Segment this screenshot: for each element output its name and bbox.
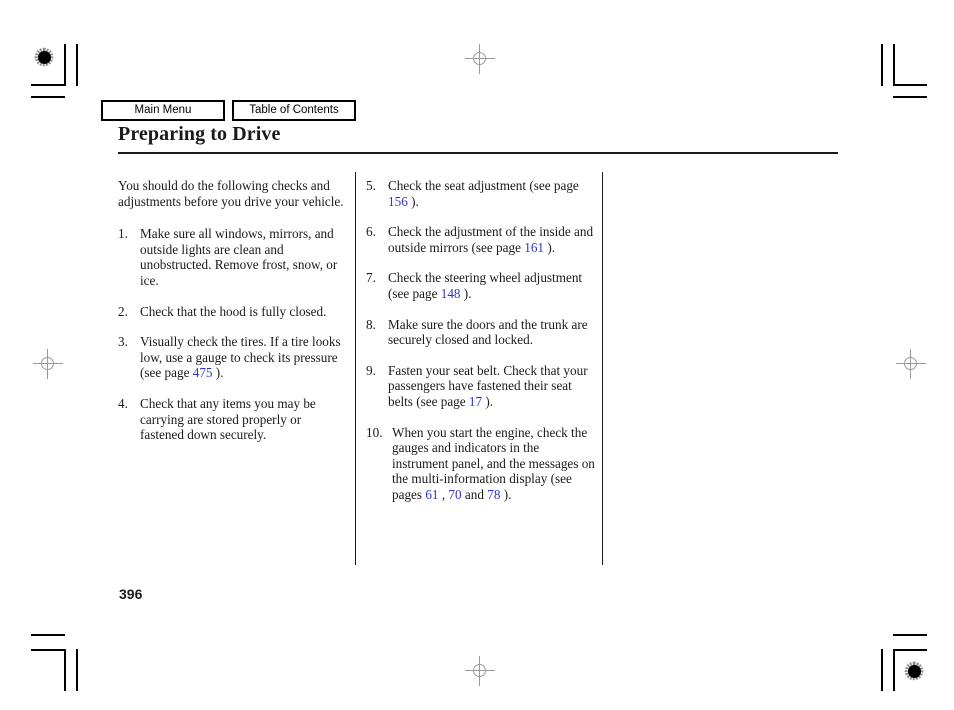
list-item-text: Check the steering wheel adjustment (see…	[388, 270, 583, 301]
list-item-text: Check the seat adjustment (see page	[388, 178, 579, 193]
list-item: 3. Visually check the tires. If a tire lo…	[118, 334, 346, 381]
crosshair-ring	[41, 357, 54, 370]
list-item-number: 10.	[366, 424, 383, 440]
left-column: You should do the following checks and a…	[118, 178, 346, 458]
table-of-contents-button[interactable]: Table of Contents	[232, 100, 356, 121]
page-reference-link[interactable]: 156	[388, 194, 408, 209]
list-item-text: Check that the hood is fully closed.	[140, 303, 327, 319]
list-item-text: Make sure all windows, mirrors, and outs…	[140, 226, 338, 288]
list-item-number: 1.	[118, 226, 128, 242]
crop-mark-top-right-horizontal-inner	[893, 84, 927, 86]
list-item-text-tail: ).	[212, 365, 224, 381]
list-item: 5. Check the seat adjustment (see page 15…	[366, 178, 598, 209]
page-title: Preparing to Drive	[118, 123, 281, 145]
registration-bullseye-top-left	[31, 44, 57, 70]
crop-mark-bottom-left-horizontal-inner	[31, 649, 65, 651]
title-underline-rule	[118, 152, 838, 154]
registration-crosshair-mid-right	[896, 349, 926, 379]
crop-mark-bottom-right-horizontal-outer	[893, 634, 927, 636]
list-item-text-sep: and	[461, 486, 488, 502]
page-number: 396	[119, 586, 143, 602]
list-item: 1. Make sure all windows, mirrors, and ou…	[118, 226, 346, 288]
list-item: 2. Check that the hood is fully closed.	[118, 304, 346, 320]
document-page: Main Menu Table of Contents Preparing to …	[0, 0, 954, 710]
list-item-text-tail: ).	[544, 239, 556, 255]
list-item-text: Check the adjustment of the inside and o…	[388, 224, 594, 255]
page-reference-link[interactable]: 161	[524, 240, 544, 255]
crop-mark-bottom-left-horizontal-outer	[31, 634, 65, 636]
list-item-number: 8.	[366, 316, 376, 332]
list-item: 8. Make sure the doors and the trunk are …	[366, 317, 598, 348]
crop-mark-top-right-vertical-outer	[881, 44, 883, 86]
crop-mark-bottom-right-vertical-inner	[893, 649, 895, 691]
list-item-number: 9.	[366, 362, 376, 378]
navigation-bar: Main Menu Table of Contents	[101, 100, 356, 121]
list-item-text: Make sure the doors and the trunk are se…	[388, 316, 588, 348]
list-item-text-tail: ).	[460, 285, 472, 301]
list-item: 10. When you start the engine, check the …	[366, 425, 598, 503]
crop-mark-top-right-horizontal-outer	[893, 96, 927, 98]
list-item-text: Check that any items you may be carrying…	[140, 395, 316, 443]
list-item-text-tail: ).	[407, 193, 419, 209]
list-item-number: 5.	[366, 178, 376, 193]
page-reference-link[interactable]: 17	[469, 394, 482, 409]
crop-mark-top-left-vertical-outer	[76, 44, 78, 86]
list-item: 4. Check that any items you may be carryi…	[118, 396, 346, 443]
intro-paragraph: You should do the following checks and a…	[118, 178, 344, 209]
list-item-text-sep: ,	[438, 486, 449, 502]
crop-mark-top-left-vertical-inner	[64, 44, 66, 86]
right-column: 5. Check the seat adjustment (see page 15…	[366, 178, 598, 518]
page-reference-link[interactable]: 475	[193, 365, 213, 380]
list-item: 6. Check the adjustment of the inside and…	[366, 224, 598, 255]
crop-mark-top-right-vertical-inner	[893, 44, 895, 86]
crop-mark-top-left-horizontal-inner	[31, 84, 65, 86]
list-item-number: 7.	[366, 270, 376, 286]
crop-mark-bottom-right-horizontal-inner	[893, 649, 927, 651]
crop-mark-bottom-left-vertical-outer	[76, 649, 78, 691]
registration-crosshair-mid-left	[33, 349, 63, 379]
list-item-number: 4.	[118, 395, 128, 411]
crosshair-ring	[904, 357, 917, 370]
registration-bullseye-bottom-right	[901, 658, 927, 684]
list-item-number: 2.	[118, 303, 128, 319]
crosshair-ring	[473, 52, 486, 65]
list-item-text: Visually check the tires. If a tire look…	[140, 334, 341, 381]
page-reference-link[interactable]: 61	[425, 487, 438, 502]
column-divider-left	[355, 172, 356, 565]
registration-crosshair-bottom-center	[465, 656, 495, 686]
crop-mark-bottom-right-vertical-outer	[881, 649, 883, 691]
column-divider-right	[602, 172, 603, 565]
list-item-text-tail: ).	[500, 486, 512, 502]
registration-crosshair-top-center	[465, 44, 495, 74]
page-reference-link[interactable]: 148	[441, 286, 461, 301]
page-reference-link[interactable]: 70	[448, 487, 461, 502]
page-reference-link[interactable]: 78	[487, 487, 500, 502]
list-item: 7. Check the steering wheel adjustment (s…	[366, 270, 598, 301]
list-item-text-tail: ).	[482, 393, 494, 409]
crop-mark-top-left-horizontal-outer	[31, 96, 65, 98]
crop-mark-bottom-left-vertical-inner	[64, 649, 66, 691]
list-item-number: 6.	[366, 224, 376, 240]
crosshair-ring	[473, 664, 486, 677]
list-item: 9. Fasten your seat belt. Check that your…	[366, 363, 598, 410]
list-item-number: 3.	[118, 334, 128, 350]
main-menu-button[interactable]: Main Menu	[101, 100, 225, 121]
